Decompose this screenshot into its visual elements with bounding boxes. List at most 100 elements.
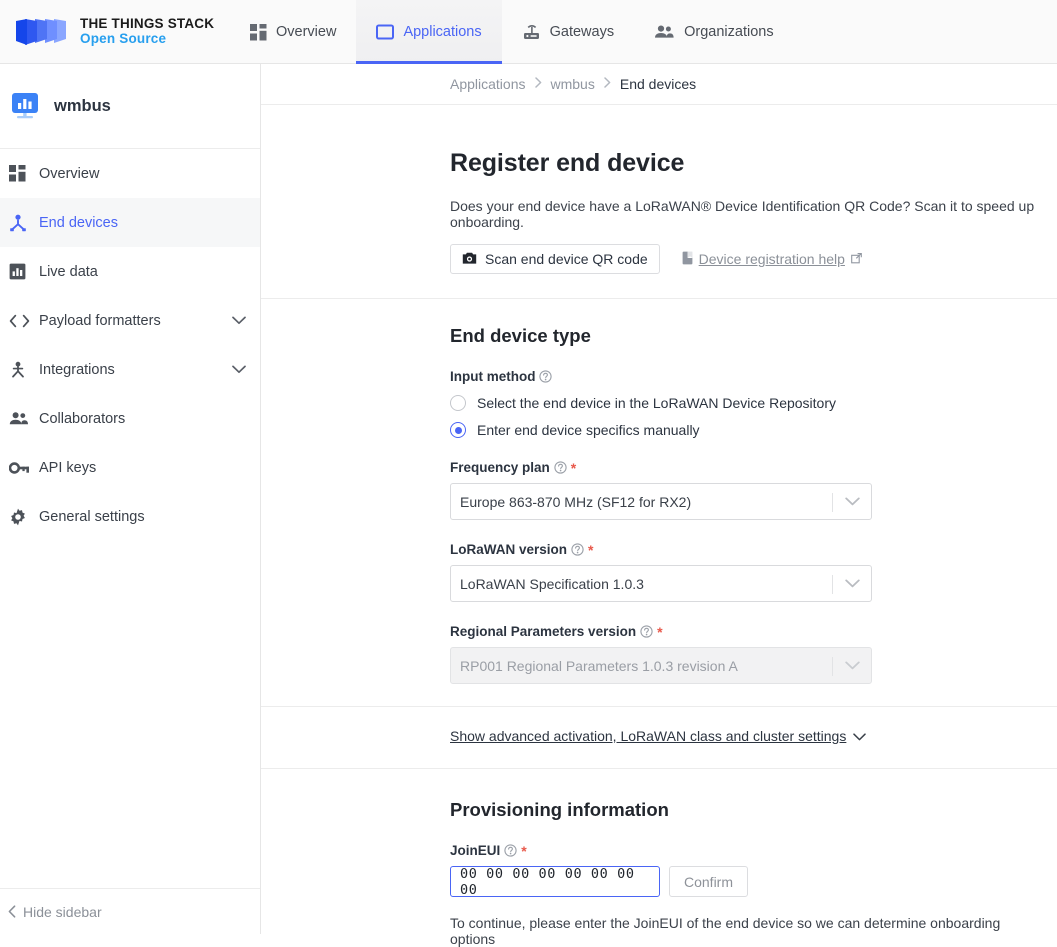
sidebar-item-live-data-label: Live data [39, 264, 246, 280]
required-marker: * [571, 461, 576, 475]
dashboard-icon [250, 24, 267, 41]
lorawan-version-value: LoRaWAN Specification 1.0.3 [460, 576, 644, 592]
sidebar-item-overview-label: Overview [39, 166, 246, 182]
collaborators-icon [9, 411, 39, 426]
tab-overview[interactable]: Overview [230, 0, 356, 64]
radio-option-manual[interactable]: Enter end device specifics manually [450, 422, 1049, 438]
radio-option-device-repository-label: Select the end device in the LoRaWAN Dev… [477, 395, 836, 411]
frequency-plan-label: Frequency plan * [450, 460, 1049, 475]
input-method-label-text: Input method [450, 369, 535, 384]
lorawan-version-label-text: LoRaWAN version [450, 542, 567, 557]
lorawan-version-select[interactable]: LoRaWAN Specification 1.0.3 [450, 565, 872, 602]
frequency-plan-select[interactable]: Europe 863-870 MHz (SF12 for RX2) [450, 483, 872, 520]
radio-button[interactable] [450, 395, 466, 411]
chevron-down-icon[interactable] [845, 484, 860, 519]
divider [261, 768, 1057, 769]
dashboard-icon [9, 165, 39, 182]
sidebar-item-payload-formatters-label: Payload formatters [39, 313, 232, 329]
regional-parameters-label: Regional Parameters version * [450, 624, 1049, 639]
register-end-device-form: Register end device Does your end device… [261, 149, 1057, 947]
top-bar: THE THINGS STACK Open Source Overview [0, 0, 1057, 64]
sidebar-app-name: wmbus [54, 97, 111, 116]
joineui-value: 00 00 00 00 00 00 00 00 [460, 866, 659, 898]
help-circle-icon[interactable] [504, 844, 517, 857]
section-title-provisioning-information: Provisioning information [450, 799, 1049, 821]
sidebar-item-integrations-label: Integrations [39, 362, 232, 378]
qr-action-row: Scan end device QR code Device registrat… [450, 244, 1049, 274]
regional-parameters-value: RP001 Regional Parameters 1.0.3 revision… [460, 658, 738, 674]
sidebar-app-header[interactable]: wmbus [0, 64, 260, 149]
hide-sidebar-label: Hide sidebar [23, 904, 102, 920]
hide-sidebar-button[interactable]: Hide sidebar [0, 888, 260, 934]
tab-organizations[interactable]: Organizations [634, 0, 793, 64]
sidebar-item-collaborators-label: Collaborators [39, 411, 246, 427]
select-divider [832, 575, 833, 594]
chevron-down-icon[interactable] [845, 566, 860, 601]
joineui-input[interactable]: 00 00 00 00 00 00 00 00 [450, 866, 660, 897]
joineui-label: JoinEUI * [450, 843, 1049, 858]
page-title: Register end device [450, 149, 1049, 178]
regional-parameters-label-text: Regional Parameters version [450, 624, 636, 639]
sidebar-item-live-data[interactable]: Live data [0, 247, 260, 296]
main-content: Applications wmbus End devices Register … [261, 64, 1057, 934]
divider [261, 298, 1057, 299]
sidebar-item-general-settings-label: General settings [39, 509, 246, 525]
brand-title-line1: THE THINGS STACK [80, 17, 214, 32]
external-link-icon [851, 251, 862, 267]
chevron-down-icon[interactable] [232, 362, 246, 378]
gateway-icon [522, 24, 541, 41]
required-marker: * [588, 543, 593, 557]
sidebar-item-overview[interactable]: Overview [0, 149, 260, 198]
radio-option-manual-label: Enter end device specifics manually [477, 422, 700, 438]
tab-organizations-label: Organizations [684, 24, 773, 40]
chevron-left-icon [8, 905, 16, 918]
breadcrumb-item-end-devices: End devices [620, 76, 696, 92]
breadcrumb-item-applications[interactable]: Applications [450, 76, 526, 92]
sidebar-nav-list: Overview End devices [0, 149, 260, 541]
scan-qr-code-button[interactable]: Scan end device QR code [450, 244, 660, 274]
sidebar-item-integrations[interactable]: Integrations [0, 345, 260, 394]
radio-button-selected[interactable] [450, 422, 466, 438]
device-registration-help-link[interactable]: Device registration help [682, 251, 862, 268]
integration-icon [9, 361, 39, 379]
sidebar: wmbus Overview [0, 64, 261, 934]
sidebar-item-end-devices-label: End devices [39, 215, 246, 231]
brand-title-line2: Open Source [80, 32, 214, 47]
breadcrumb-separator-icon [535, 77, 542, 91]
advanced-settings-toggle[interactable]: Show advanced activation, LoRaWAN class … [450, 728, 866, 744]
help-circle-icon[interactable] [539, 370, 552, 383]
radio-option-device-repository[interactable]: Select the end device in the LoRaWAN Dev… [450, 395, 1049, 411]
things-stack-logo-icon [14, 17, 70, 47]
breadcrumb-item-wmbus[interactable]: wmbus [551, 76, 595, 92]
brand-logo-area[interactable]: THE THINGS STACK Open Source [0, 0, 230, 63]
help-circle-icon[interactable] [571, 543, 584, 556]
tab-gateways-label: Gateways [550, 24, 614, 40]
frequency-plan-label-text: Frequency plan [450, 460, 550, 475]
end-device-icon [9, 214, 39, 232]
divider [261, 706, 1057, 707]
joineui-row: 00 00 00 00 00 00 00 00 Confirm [450, 866, 1049, 897]
sidebar-item-collaborators[interactable]: Collaborators [0, 394, 260, 443]
camera-icon [462, 251, 477, 268]
sidebar-item-payload-formatters[interactable]: Payload formatters [0, 296, 260, 345]
tab-gateways[interactable]: Gateways [502, 0, 634, 64]
help-circle-icon[interactable] [554, 461, 567, 474]
help-circle-icon[interactable] [640, 625, 653, 638]
book-icon [682, 251, 693, 268]
tab-overview-label: Overview [276, 24, 336, 40]
tab-applications[interactable]: Applications [356, 0, 501, 64]
sidebar-item-general-settings[interactable]: General settings [0, 492, 260, 541]
application-icon [376, 24, 394, 40]
chevron-down-icon [853, 728, 866, 744]
chevron-down-icon[interactable] [232, 313, 246, 329]
sidebar-item-api-keys[interactable]: API keys [0, 443, 260, 492]
lorawan-version-label: LoRaWAN version * [450, 542, 1049, 557]
qr-intro-text: Does your end device have a LoRaWAN® Dev… [450, 198, 1049, 230]
advanced-settings-toggle-label: Show advanced activation, LoRaWAN class … [450, 728, 846, 744]
sidebar-item-end-devices[interactable]: End devices [0, 198, 260, 247]
code-icon [9, 314, 39, 328]
select-divider [832, 493, 833, 512]
organization-icon [654, 24, 675, 40]
frequency-plan-value: Europe 863-870 MHz (SF12 for RX2) [460, 494, 691, 510]
confirm-joineui-button[interactable]: Confirm [669, 866, 748, 897]
